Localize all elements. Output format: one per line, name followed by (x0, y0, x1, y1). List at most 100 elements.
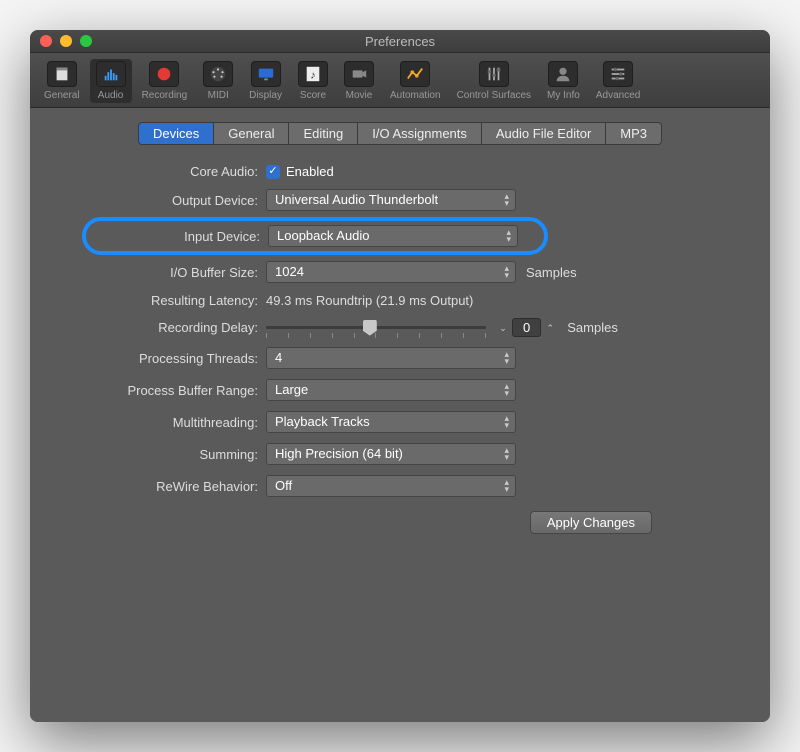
chevron-updown-icon: ▴▾ (504, 351, 509, 365)
preferences-window: Preferences General Audio Recording MIDI Dis… (30, 30, 770, 722)
output-device-value: Universal Audio Thunderbolt (275, 192, 438, 207)
devices-form: Core Audio: Enabled Output Device: Unive… (88, 163, 712, 534)
toolbar-surfaces[interactable]: Control Surfaces (451, 59, 537, 103)
tab-devices[interactable]: Devices (138, 122, 214, 145)
toolbar-general[interactable]: General (38, 59, 86, 103)
checkmark-icon (266, 165, 280, 179)
label-rewire: ReWire Behavior: (88, 479, 266, 494)
titlebar: Preferences (30, 30, 770, 53)
window-title: Preferences (30, 34, 770, 49)
tab-mp3[interactable]: MP3 (606, 122, 662, 145)
toolbar-label: Control Surfaces (457, 90, 531, 101)
toolbar-display[interactable]: Display (243, 59, 288, 103)
toolbar-label: MIDI (208, 90, 229, 101)
tab-i-o-assignments[interactable]: I/O Assignments (358, 122, 482, 145)
row-summing: Summing: High Precision (64 bit) ▴▾ (88, 443, 712, 465)
label-latency: Resulting Latency: (88, 293, 266, 308)
chevron-updown-icon: ▴▾ (504, 479, 509, 493)
rewire-select[interactable]: Off ▴▾ (266, 475, 516, 497)
automation-icon (400, 61, 430, 87)
recording-delay-value: 0 (512, 318, 541, 337)
toolbar-automation[interactable]: Automation (384, 59, 447, 103)
buffer-size-suffix: Samples (526, 265, 577, 280)
chevron-updown-icon: ▴▾ (504, 383, 509, 397)
toolbar-label: General (44, 90, 80, 101)
row-recording-delay: Recording Delay: ⌄ 0 ⌃ Samples (88, 318, 712, 337)
processing-threads-select[interactable]: 4 ▴▾ (266, 347, 516, 369)
core-audio-checkbox[interactable]: Enabled (266, 163, 334, 179)
process-buffer-range-value: Large (275, 382, 308, 397)
movie-icon (344, 61, 374, 87)
label-processing-threads: Processing Threads: (88, 351, 266, 366)
label-core-audio: Core Audio: (88, 164, 266, 179)
multithreading-select[interactable]: Playback Tracks ▴▾ (266, 411, 516, 433)
rewire-value: Off (275, 478, 292, 493)
toolbar-label: Automation (390, 90, 441, 101)
stepper-up-icon[interactable]: ⌃ (543, 321, 557, 335)
label-buffer-size: I/O Buffer Size: (88, 265, 266, 280)
tab-audio-file-editor[interactable]: Audio File Editor (482, 122, 606, 145)
tab-editing[interactable]: Editing (289, 122, 358, 145)
row-buffer-size: I/O Buffer Size: 1024 ▴▾ Samples (88, 261, 712, 283)
record-icon (149, 61, 179, 87)
toolbar-midi[interactable]: MIDI (197, 59, 239, 103)
toolbar-score[interactable]: ♪ Score (292, 59, 334, 103)
summing-select[interactable]: High Precision (64 bit) ▴▾ (266, 443, 516, 465)
processing-threads-value: 4 (275, 350, 282, 365)
recording-delay-suffix: Samples (567, 320, 618, 335)
toolbar-audio[interactable]: Audio (90, 59, 132, 103)
highlight-ring: Input Device: Loopback Audio ▴▾ (82, 217, 548, 255)
toolbar-user[interactable]: My Info (541, 59, 586, 103)
content-area: DevicesGeneralEditingI/O AssignmentsAudi… (30, 108, 770, 722)
process-buffer-range-select[interactable]: Large ▴▾ (266, 379, 516, 401)
row-output-device: Output Device: Universal Audio Thunderbo… (88, 189, 712, 211)
chevron-updown-icon: ▴▾ (506, 229, 511, 243)
tab-general[interactable]: General (214, 122, 289, 145)
summing-value: High Precision (64 bit) (275, 446, 403, 461)
row-rewire: ReWire Behavior: Off ▴▾ (88, 475, 712, 497)
toolbar-label: Movie (346, 90, 373, 101)
chevron-updown-icon: ▴▾ (504, 193, 509, 207)
recording-delay-stepper[interactable]: ⌄ 0 ⌃ (496, 318, 557, 337)
toolbar-advanced[interactable]: Advanced (590, 59, 646, 103)
input-device-value: Loopback Audio (277, 228, 370, 243)
chevron-updown-icon: ▴▾ (504, 265, 509, 279)
audio-icon (96, 61, 126, 87)
label-output-device: Output Device: (88, 193, 266, 208)
toolbar-label: Display (249, 90, 282, 101)
svg-text:♪: ♪ (310, 70, 315, 82)
apply-row: Apply Changes (88, 511, 652, 534)
toolbar-label: Recording (142, 90, 188, 101)
toolbar-label: Audio (98, 90, 124, 101)
core-audio-enabled-text: Enabled (286, 164, 334, 179)
recording-delay-slider[interactable] (266, 319, 486, 337)
label-input-device: Input Device: (92, 229, 268, 244)
row-latency: Resulting Latency: 49.3 ms Roundtrip (21… (88, 293, 712, 308)
advanced-icon (603, 61, 633, 87)
user-icon (548, 61, 578, 87)
buffer-size-select[interactable]: 1024 ▴▾ (266, 261, 516, 283)
label-process-buffer-range: Process Buffer Range: (88, 383, 266, 398)
midi-icon (203, 61, 233, 87)
stepper-down-icon[interactable]: ⌄ (496, 321, 510, 335)
row-input-device: Input Device: Loopback Audio ▴▾ (88, 221, 712, 251)
row-core-audio: Core Audio: Enabled (88, 163, 712, 179)
multithreading-value: Playback Tracks (275, 414, 370, 429)
label-recording-delay: Recording Delay: (88, 320, 266, 335)
latency-value: 49.3 ms Roundtrip (21.9 ms Output) (266, 293, 473, 308)
preferences-toolbar: General Audio Recording MIDI Display ♪ Score Mo… (30, 53, 770, 108)
label-summing: Summing: (88, 447, 266, 462)
tab-bar: DevicesGeneralEditingI/O AssignmentsAudi… (48, 122, 752, 145)
toolbar-label: Score (300, 90, 326, 101)
row-processing-threads: Processing Threads: 4 ▴▾ (88, 347, 712, 369)
input-device-select[interactable]: Loopback Audio ▴▾ (268, 225, 518, 247)
output-device-select[interactable]: Universal Audio Thunderbolt ▴▾ (266, 189, 516, 211)
general-icon (47, 61, 77, 87)
toolbar-label: My Info (547, 90, 580, 101)
apply-changes-button[interactable]: Apply Changes (530, 511, 652, 534)
display-icon (251, 61, 281, 87)
label-multithreading: Multithreading: (88, 415, 266, 430)
toolbar-record[interactable]: Recording (136, 59, 194, 103)
toolbar-movie[interactable]: Movie (338, 59, 380, 103)
row-multithreading: Multithreading: Playback Tracks ▴▾ (88, 411, 712, 433)
